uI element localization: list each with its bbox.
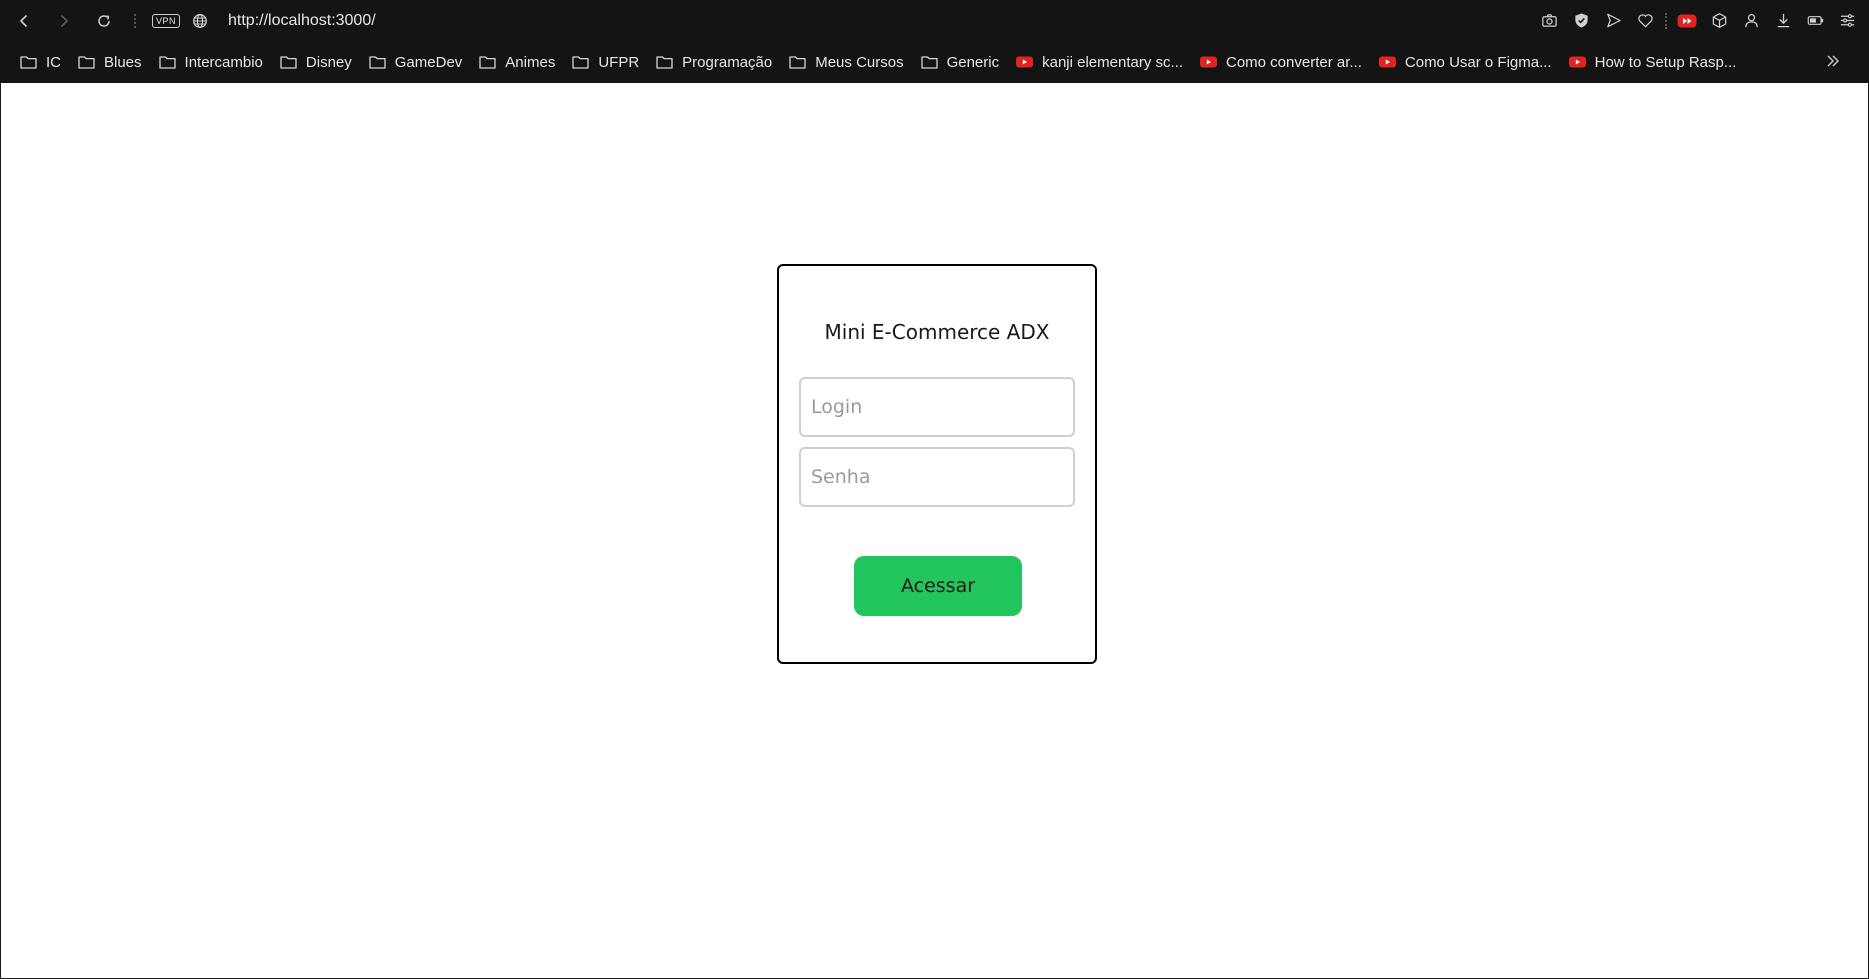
chevron-right-icon (60, 14, 69, 27)
bookmark-item[interactable]: Generic (920, 53, 1000, 71)
bookmark-label: Intercambio (184, 53, 263, 71)
youtube-icon (1568, 55, 1586, 69)
login-title: Mini E-Commerce ADX (824, 320, 1050, 344)
bookmark-item[interactable]: Disney (280, 54, 352, 71)
bookmark-item[interactable]: Como converter ar... (1200, 54, 1362, 71)
bookmark-label: Blues (104, 53, 142, 71)
bookmark-item[interactable]: kanji elementary sc... (1016, 54, 1183, 71)
download-icon[interactable] (1767, 0, 1799, 41)
address-bar[interactable]: http://localhost:3000/ (228, 12, 1533, 30)
bookmark-item[interactable]: UFPR (572, 54, 639, 71)
folder-icon (78, 55, 95, 69)
browser-toolbar: VPN http://localhost:3000/ (0, 0, 1869, 41)
bookmark-label: Como Usar o Figma... (1404, 53, 1552, 71)
heart-icon[interactable] (1629, 0, 1661, 41)
reload-icon (98, 14, 110, 27)
bookmark-label: How to Setup Rasp... (1594, 53, 1737, 71)
bookmark-item[interactable]: GameDev (369, 53, 463, 71)
vpn-badge[interactable]: VPN (152, 13, 181, 28)
bookmark-label: Generic (946, 53, 1000, 71)
bookmark-item[interactable]: Blues (78, 54, 142, 71)
submit-button[interactable]: Acessar (854, 556, 1022, 616)
chevron-left-icon (19, 14, 28, 27)
bookmark-label: UFPR (598, 53, 640, 71)
youtube-icon (1200, 55, 1217, 69)
bookmark-label: kanji elementary sc... (1042, 53, 1183, 71)
folder-icon (789, 55, 806, 69)
forward-button[interactable] (44, 0, 84, 41)
bookmark-item[interactable]: Meus Cursos (789, 53, 904, 71)
cube-icon[interactable] (1703, 0, 1735, 41)
user-icon[interactable] (1735, 0, 1767, 41)
bookmark-item[interactable]: Animes (479, 54, 555, 71)
toolbar-separator (134, 13, 136, 28)
shield-icon[interactable] (1565, 0, 1597, 41)
menu-icon[interactable] (1831, 0, 1863, 41)
bookmark-label: Animes (505, 53, 556, 71)
bookmarks-bar: IC Blues Intercambio Disney GameDev Animes UFP… (0, 41, 1869, 83)
camera-icon[interactable] (1533, 0, 1565, 41)
bookmark-label: Como converter ar... (1226, 53, 1362, 71)
youtube-icon (1016, 55, 1034, 69)
youtube-icon[interactable] (1671, 0, 1703, 41)
youtube-icon (1378, 55, 1396, 69)
password-input[interactable] (799, 447, 1075, 507)
login-input[interactable] (799, 377, 1075, 437)
bookmark-label: Programação (682, 53, 773, 71)
folder-icon (20, 55, 37, 69)
battery-icon[interactable] (1799, 0, 1831, 41)
bookmark-label: Meus Cursos (815, 53, 904, 71)
folder-icon (479, 55, 496, 69)
bookmark-label: Disney (305, 53, 352, 71)
folder-icon (280, 55, 297, 69)
login-card: Mini E-Commerce ADX Acessar (777, 264, 1097, 664)
page-viewport: Mini E-Commerce ADX Acessar (1, 83, 1868, 978)
bookmark-item[interactable]: IC (20, 54, 61, 71)
folder-icon (369, 55, 386, 69)
bookmark-item[interactable]: How to Setup Rasp... (1568, 53, 1737, 71)
folder-icon (158, 55, 176, 69)
bookmark-label: GameDev (394, 53, 463, 71)
folder-icon (572, 55, 589, 69)
bookmark-item[interactable]: Como Usar o Figma... (1378, 53, 1552, 71)
folder-icon (656, 55, 673, 69)
globe-icon[interactable] (192, 13, 208, 29)
folder-icon (920, 55, 938, 69)
toolbar-actions (1533, 0, 1863, 41)
bookmark-item[interactable]: Intercambio (158, 53, 263, 71)
back-button[interactable] (4, 0, 44, 41)
toolbar-separator (1665, 12, 1667, 29)
bookmarks-overflow-icon[interactable] (1825, 53, 1841, 73)
bookmark-label: IC (46, 53, 61, 71)
bookmark-item[interactable]: Programação (656, 54, 772, 71)
send-icon[interactable] (1597, 0, 1629, 41)
reload-button[interactable] (84, 0, 124, 41)
